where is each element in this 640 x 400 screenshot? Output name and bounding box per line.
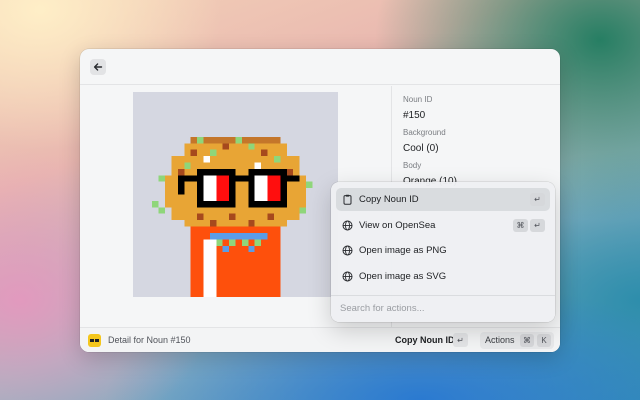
- enter-key-icon: ↵: [530, 193, 545, 206]
- metadata-label-background: Background: [403, 128, 446, 137]
- command-key-icon: ⌘: [513, 219, 528, 232]
- top-bar: [80, 49, 560, 85]
- actions-label: Actions: [485, 335, 515, 345]
- action-label: View on OpenSea: [359, 220, 436, 231]
- primary-action-button[interactable]: Copy Noun ID: [395, 335, 455, 345]
- search-actions-input[interactable]: [340, 299, 546, 317]
- globe-icon: [342, 271, 353, 282]
- action-label: Open image as SVG: [359, 271, 447, 282]
- action-panel: Copy Noun ID ↵ View on OpenSea ⌘ ↵ Open …: [331, 182, 555, 322]
- action-label: Open image as PNG: [359, 245, 447, 256]
- action-copy-noun-id[interactable]: Copy Noun ID ↵: [336, 188, 550, 211]
- globe-icon: [342, 245, 353, 256]
- noun-image: [133, 92, 338, 297]
- metadata-label-body: Body: [403, 161, 422, 170]
- back-button[interactable]: [90, 59, 106, 75]
- clipboard-icon: [343, 194, 352, 205]
- action-bar: Detail for Noun #150 Copy Noun ID ↵ Acti…: [80, 327, 560, 352]
- action-open-image-svg[interactable]: Open image as SVG: [336, 265, 550, 288]
- command-key-icon: ⌘: [520, 334, 534, 347]
- divider: [331, 295, 555, 296]
- enter-key-icon: ↵: [530, 219, 545, 232]
- globe-icon: [342, 220, 353, 231]
- metadata-label-noun-id: Noun ID: [403, 95, 433, 104]
- actions-button[interactable]: Actions ⌘ K: [480, 332, 554, 349]
- action-view-on-opensea[interactable]: View on OpenSea ⌘ ↵: [336, 214, 550, 237]
- noggles-icon: [90, 339, 99, 342]
- k-key: K: [537, 334, 551, 347]
- metadata-value-background: Cool (0): [403, 143, 439, 154]
- action-label: Copy Noun ID: [359, 194, 419, 205]
- nouns-app-icon: [88, 334, 101, 347]
- metadata-value-noun-id: #150: [403, 110, 426, 121]
- arrow-left-icon: [93, 63, 103, 71]
- footer-title: Detail for Noun #150: [108, 335, 191, 345]
- enter-key-icon: ↵: [453, 333, 468, 347]
- action-open-image-png[interactable]: Open image as PNG: [336, 239, 550, 262]
